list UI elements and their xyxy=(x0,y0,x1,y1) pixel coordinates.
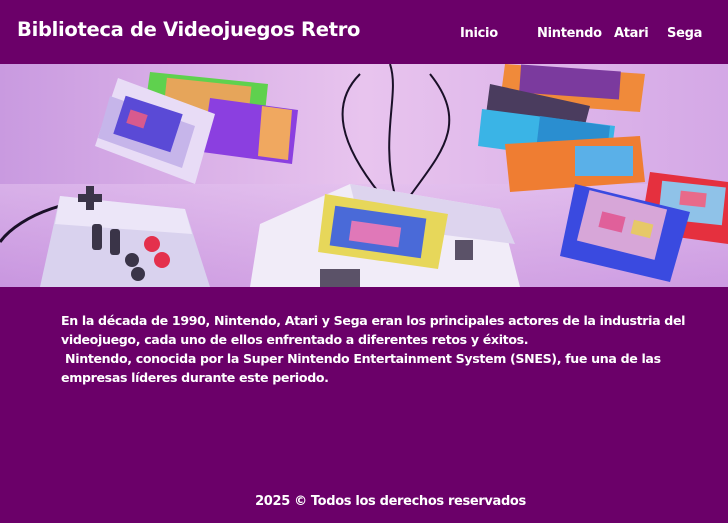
hero-image xyxy=(0,64,728,287)
intro-text: En la década de 1990, Nintendo, Atari y … xyxy=(61,311,706,387)
intro-paragraph-1: En la década de 1990, Nintendo, Atari y … xyxy=(61,313,686,347)
retro-console-cartridges-image xyxy=(0,64,728,287)
site-header: Biblioteca de Videojuegos Retro Inicio N… xyxy=(0,0,728,64)
nav-link-inicio[interactable]: Inicio xyxy=(460,26,498,41)
site-footer: 2025 © Todos los derechos reservados xyxy=(0,494,728,509)
nav-link-sega[interactable]: Sega xyxy=(667,26,702,41)
intro-paragraph-2: Nintendo, conocida por la Super Nintendo… xyxy=(61,351,665,385)
site-title: Biblioteca de Videojuegos Retro xyxy=(17,18,361,41)
nav-link-nintendo[interactable]: Nintendo xyxy=(537,26,602,41)
nav-link-atari[interactable]: Atari xyxy=(614,26,649,41)
copyright-text: 2025 © Todos los derechos reservados xyxy=(255,494,526,509)
